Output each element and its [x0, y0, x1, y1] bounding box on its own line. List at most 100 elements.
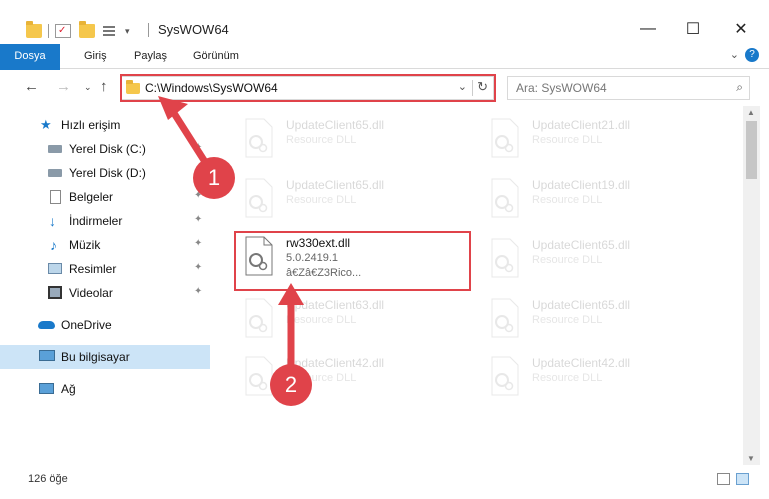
sidebar-item-documents[interactable]: Belgeler ✦ [0, 185, 210, 209]
tab-view[interactable]: Görünüm [193, 44, 239, 69]
up-arrow-icon[interactable]: ↑ [100, 78, 108, 95]
sidebar-item-label: Videolar [69, 286, 113, 300]
sidebar-item-disk-c[interactable]: Yerel Disk (C:) ✦ [0, 137, 210, 161]
sidebar-item-label: Ağ [61, 382, 76, 396]
pictures-icon [48, 263, 62, 274]
file-list: UpdateClient65.dll Resource DLL UpdateCl… [210, 110, 742, 465]
quick-access-toolbar: ✓ ▾ [26, 21, 130, 40]
separator [48, 24, 49, 38]
pin-icon[interactable]: ✦ [194, 262, 202, 273]
sidebar-item-label: Resimler [69, 262, 117, 276]
file-type: Resource DLL [532, 372, 603, 384]
file-type: Resource DLL [286, 194, 357, 206]
file-name: UpdateClient21.dll [532, 118, 631, 132]
file-item[interactable]: UpdateClient65.dll Resource DLL [480, 294, 720, 350]
properties-icon[interactable]: ✓ [55, 24, 71, 38]
tab-home[interactable]: Giriş [84, 44, 107, 69]
sidebar-item-disk-d[interactable]: Yerel Disk (D:) [0, 161, 210, 185]
network-icon [39, 383, 54, 394]
file-type: Resource DLL [532, 254, 603, 266]
ribbon: Dosya Giriş Paylaş Görünüm ⌄ ? [0, 44, 769, 100]
sidebar-item-label: Bu bilgisayar [61, 350, 130, 364]
item-count: 126 öğe [28, 473, 68, 485]
sidebar-item-label: Belgeler [69, 190, 114, 204]
file-item[interactable]: UpdateClient65.dll Resource DLL [480, 234, 720, 290]
computer-icon [39, 350, 55, 361]
sidebar-item-music[interactable]: ♪ Müzik ✦ [0, 233, 210, 257]
customize-quick-access-icon[interactable] [103, 24, 119, 38]
address-highlight-box [120, 74, 496, 102]
folder-icon [26, 21, 42, 38]
help-icon[interactable]: ? [745, 48, 759, 62]
dll-file-icon [242, 356, 274, 396]
sidebar-item-this-pc[interactable]: Bu bilgisayar [0, 345, 210, 369]
sidebar-item-label: Yerel Disk (D:) [69, 166, 146, 180]
window-title: SysWOW64 [158, 22, 229, 37]
file-type: Resource DLL [286, 134, 357, 146]
dropdown-arrow-icon[interactable]: ▾ [125, 26, 130, 37]
file-item[interactable]: UpdateClient42.dll Resource DLL [480, 352, 720, 408]
dll-file-icon [488, 178, 520, 218]
file-name: UpdateClient42.dll [532, 356, 631, 370]
videos-icon [48, 286, 62, 299]
file-item[interactable]: UpdateClient65.dll Resource DLL [234, 174, 474, 230]
file-name: UpdateClient63.dll [286, 298, 385, 312]
navigation-pane: ★ Hızlı erişim Yerel Disk (C:) ✦ Yerel D… [0, 110, 210, 465]
dll-file-icon [488, 238, 520, 278]
file-name: UpdateClient65.dll [286, 178, 385, 192]
maximize-button[interactable]: ☐ [670, 14, 716, 44]
file-name: UpdateClient65.dll [532, 298, 631, 312]
close-button[interactable]: ✕ [718, 14, 764, 44]
sidebar-item-label: Yerel Disk (C:) [69, 142, 146, 156]
recent-locations-icon[interactable]: ⌄ [84, 82, 92, 93]
file-highlight-box [234, 231, 471, 291]
dll-file-icon [488, 356, 520, 396]
file-type: Resource DLL [532, 134, 603, 146]
drive-icon [48, 145, 62, 153]
pin-icon[interactable]: ✦ [194, 286, 202, 297]
pin-icon[interactable]: ✦ [194, 238, 202, 249]
file-item[interactable]: UpdateClient65.dll Resource DLL [234, 114, 474, 170]
pin-icon[interactable]: ✦ [194, 142, 202, 153]
music-icon: ♪ [50, 237, 57, 253]
dll-file-icon [488, 118, 520, 158]
callout-number-2: 2 [270, 364, 312, 406]
pin-icon[interactable]: ✦ [194, 214, 202, 225]
search-icon[interactable]: ⌕ [736, 80, 743, 95]
sidebar-item-pictures[interactable]: Resimler ✦ [0, 257, 210, 281]
file-item[interactable]: UpdateClient63.dll Resource DLL [234, 294, 474, 350]
callout-number-1: 1 [193, 157, 235, 199]
sidebar-item-downloads[interactable]: ↓ İndirmeler ✦ [0, 209, 210, 233]
scroll-down-icon[interactable]: ▼ [747, 454, 755, 463]
sidebar-item-quick-access[interactable]: ★ Hızlı erişim [0, 113, 210, 137]
file-item[interactable]: UpdateClient19.dll Resource DLL [480, 174, 720, 230]
new-folder-icon[interactable] [79, 21, 95, 38]
title-separator [148, 23, 149, 37]
forward-arrow-icon[interactable]: → [56, 78, 71, 95]
sidebar-item-label: Hızlı erişim [61, 118, 121, 132]
drive-icon [48, 169, 62, 177]
sidebar-item-videos[interactable]: Videolar ✦ [0, 281, 210, 305]
file-name: UpdateClient19.dll [532, 178, 631, 192]
large-icons-view-icon[interactable] [736, 473, 749, 485]
tab-share[interactable]: Paylaş [134, 44, 167, 69]
file-type: Resource DLL [532, 194, 603, 206]
search-placeholder[interactable]: Ara: SysWOW64 [516, 81, 607, 95]
expand-ribbon-icon[interactable]: ⌄ [730, 48, 739, 61]
search-box[interactable]: Ara: SysWOW64 ⌕ [507, 76, 750, 100]
title-bar: ✓ ▾ SysWOW64 — ☐ ✕ [0, 0, 769, 44]
sidebar-item-onedrive[interactable]: OneDrive [0, 313, 210, 337]
details-view-icon[interactable] [717, 473, 730, 485]
file-type: Resource DLL [532, 314, 603, 326]
download-icon: ↓ [49, 213, 56, 229]
scroll-up-icon[interactable]: ▲ [747, 108, 755, 117]
scrollbar-thumb[interactable] [746, 121, 757, 179]
sidebar-item-network[interactable]: Ağ [0, 377, 210, 401]
minimize-button[interactable]: — [625, 14, 671, 44]
dll-file-icon [242, 178, 274, 218]
back-arrow-icon[interactable]: ← [24, 78, 39, 95]
dll-file-icon [488, 298, 520, 338]
sidebar-item-label: OneDrive [61, 318, 112, 332]
vertical-scrollbar[interactable]: ▲ ▼ [743, 106, 760, 465]
file-item[interactable]: UpdateClient21.dll Resource DLL [480, 114, 720, 170]
